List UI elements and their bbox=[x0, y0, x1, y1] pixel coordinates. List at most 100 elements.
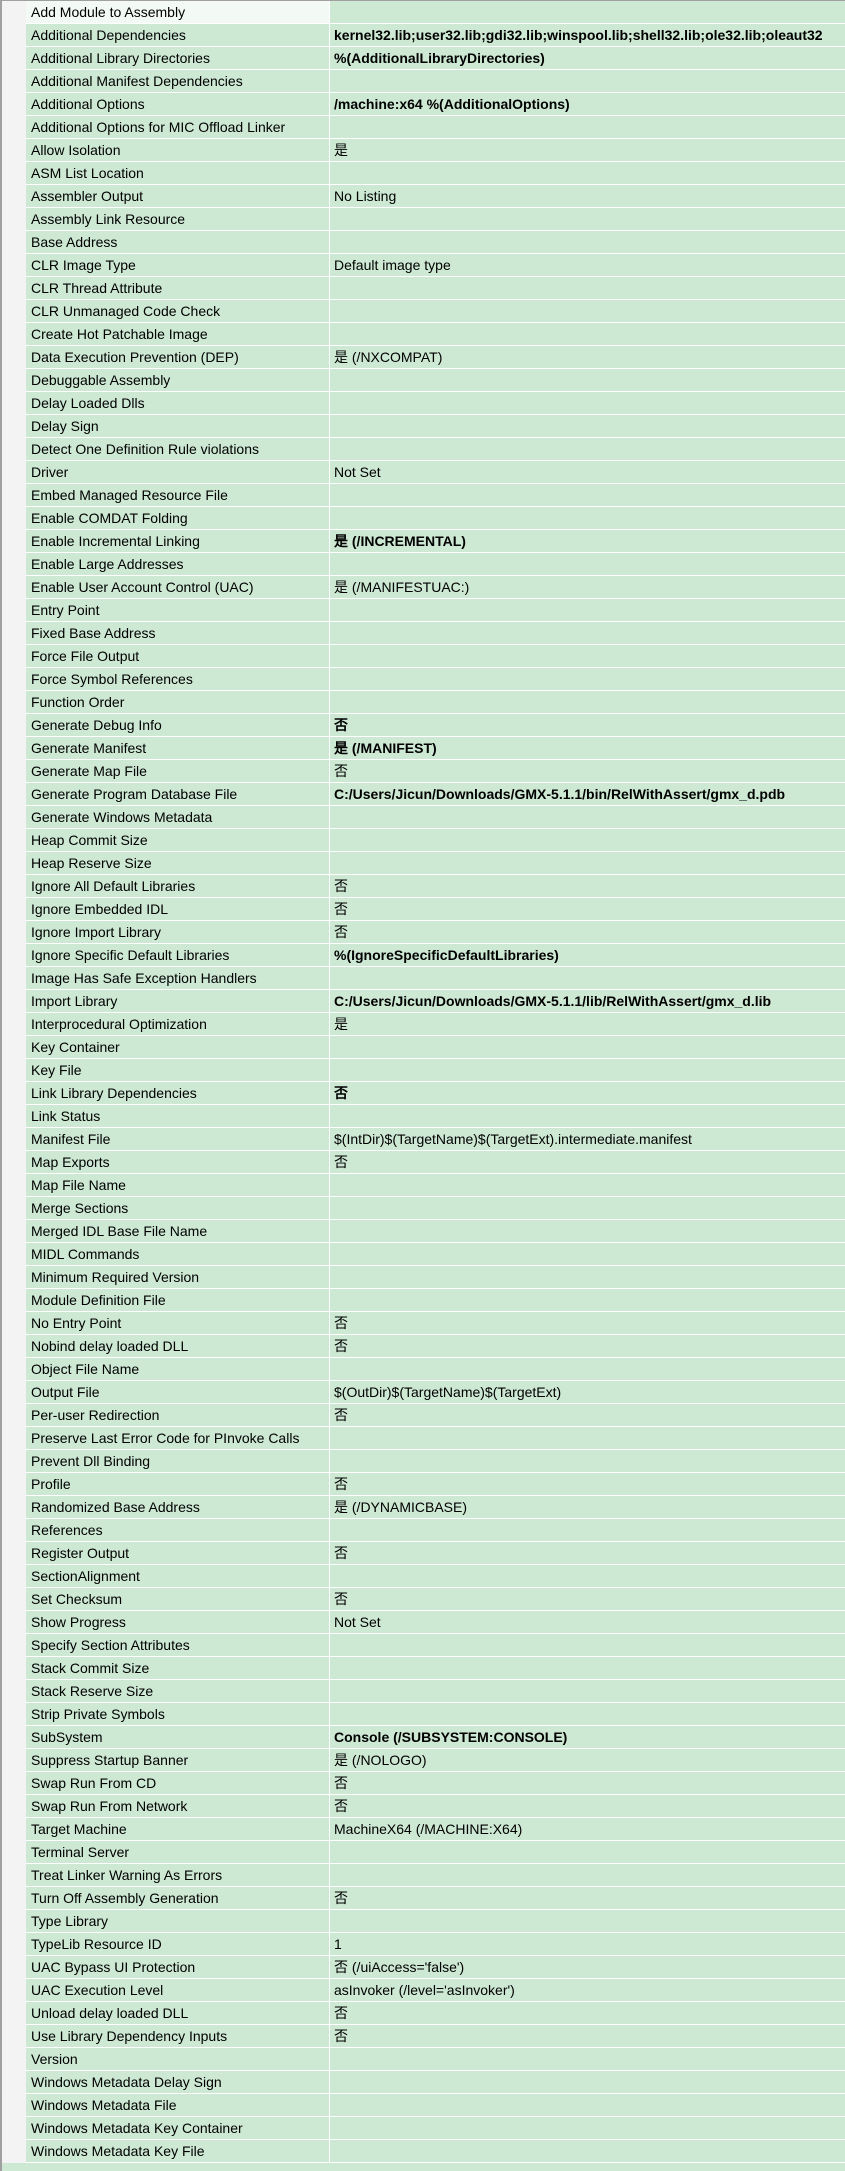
property-name[interactable]: Key Container bbox=[26, 1036, 330, 1058]
property-row[interactable]: Ignore Specific Default Libraries %(Ignor… bbox=[26, 944, 845, 967]
property-value[interactable]: 否 bbox=[330, 1082, 845, 1104]
property-name[interactable]: Stack Reserve Size bbox=[26, 1680, 330, 1702]
property-row[interactable]: Windows Metadata Key Container bbox=[26, 2117, 845, 2140]
property-name[interactable]: Type Library bbox=[26, 1910, 330, 1932]
property-row[interactable]: Merge Sections bbox=[26, 1197, 845, 1220]
property-row[interactable]: CLR Thread Attribute bbox=[26, 277, 845, 300]
property-name[interactable]: Generate Manifest bbox=[26, 737, 330, 759]
property-name[interactable]: Enable Large Addresses bbox=[26, 553, 330, 575]
property-value[interactable] bbox=[330, 1197, 845, 1219]
property-row[interactable]: No Entry Point 否 bbox=[26, 1312, 845, 1335]
property-row[interactable]: Generate Windows Metadata bbox=[26, 806, 845, 829]
property-row[interactable]: Version bbox=[26, 2048, 845, 2071]
property-name[interactable]: Import Library bbox=[26, 990, 330, 1012]
property-name[interactable]: Force File Output bbox=[26, 645, 330, 667]
property-value[interactable] bbox=[330, 806, 845, 828]
property-value[interactable]: 否 bbox=[330, 1588, 845, 1610]
property-value[interactable]: 否 bbox=[330, 921, 845, 943]
property-name[interactable]: CLR Thread Attribute bbox=[26, 277, 330, 299]
property-row[interactable]: Specify Section Attributes bbox=[26, 1634, 845, 1657]
property-value[interactable] bbox=[330, 2048, 845, 2070]
property-name[interactable]: Per-user Redirection bbox=[26, 1404, 330, 1426]
property-row[interactable]: Allow Isolation 是 bbox=[26, 139, 845, 162]
property-row[interactable]: Create Hot Patchable Image bbox=[26, 323, 845, 346]
property-value[interactable]: 是 (/DYNAMICBASE) bbox=[330, 1496, 845, 1518]
property-name[interactable]: ASM List Location bbox=[26, 162, 330, 184]
property-row[interactable]: Output File $(OutDir)$(TargetName)$(Targe… bbox=[26, 1381, 845, 1404]
property-name[interactable]: Generate Debug Info bbox=[26, 714, 330, 736]
property-value[interactable] bbox=[330, 415, 845, 437]
property-name[interactable]: Generate Program Database File bbox=[26, 783, 330, 805]
property-name[interactable]: Output File bbox=[26, 1381, 330, 1403]
property-value[interactable] bbox=[330, 668, 845, 690]
property-name[interactable]: Force Symbol References bbox=[26, 668, 330, 690]
property-value[interactable] bbox=[330, 1266, 845, 1288]
property-value[interactable] bbox=[330, 1427, 845, 1449]
property-value[interactable] bbox=[330, 2140, 845, 2162]
property-value[interactable]: 否 bbox=[330, 1312, 845, 1334]
property-row[interactable]: Image Has Safe Exception Handlers bbox=[26, 967, 845, 990]
property-name[interactable]: Set Checksum bbox=[26, 1588, 330, 1610]
property-row[interactable]: UAC Bypass UI Protection 否 (/uiAccess='fa… bbox=[26, 1956, 845, 1979]
property-value[interactable] bbox=[330, 1358, 845, 1380]
property-row[interactable]: Minimum Required Version bbox=[26, 1266, 845, 1289]
property-name[interactable]: Windows Metadata Key File bbox=[26, 2140, 330, 2162]
property-row[interactable]: Swap Run From Network 否 bbox=[26, 1795, 845, 1818]
property-row[interactable]: Per-user Redirection 否 bbox=[26, 1404, 845, 1427]
property-name[interactable]: Show Progress bbox=[26, 1611, 330, 1633]
property-row[interactable]: Object File Name bbox=[26, 1358, 845, 1381]
property-row[interactable]: Detect One Definition Rule violations bbox=[26, 438, 845, 461]
property-row[interactable]: Merged IDL Base File Name bbox=[26, 1220, 845, 1243]
property-row[interactable]: Prevent Dll Binding bbox=[26, 1450, 845, 1473]
property-value[interactable]: 否 bbox=[330, 2002, 845, 2024]
property-name[interactable]: Map Exports bbox=[26, 1151, 330, 1173]
property-value[interactable]: 否 bbox=[330, 760, 845, 782]
property-name[interactable]: Heap Commit Size bbox=[26, 829, 330, 851]
property-row[interactable]: Target Machine MachineX64 (/MACHINE:X64) bbox=[26, 1818, 845, 1841]
property-row[interactable]: Generate Program Database File C:/Users/J… bbox=[26, 783, 845, 806]
property-row[interactable]: Ignore Embedded IDL 否 bbox=[26, 898, 845, 921]
property-value[interactable]: 是 (/MANIFEST) bbox=[330, 737, 845, 759]
property-value[interactable]: Not Set bbox=[330, 1611, 845, 1633]
property-value[interactable] bbox=[330, 369, 845, 391]
property-value[interactable] bbox=[330, 70, 845, 92]
property-value[interactable]: 否 bbox=[330, 2025, 845, 2047]
property-value[interactable] bbox=[330, 1519, 845, 1541]
property-name[interactable]: Version bbox=[26, 2048, 330, 2070]
property-value[interactable]: $(OutDir)$(TargetName)$(TargetExt) bbox=[330, 1381, 845, 1403]
property-name[interactable]: UAC Bypass UI Protection bbox=[26, 1956, 330, 1978]
property-row[interactable]: Debuggable Assembly bbox=[26, 369, 845, 392]
property-name[interactable]: Delay Sign bbox=[26, 415, 330, 437]
property-name[interactable]: SubSystem bbox=[26, 1726, 330, 1748]
property-value[interactable] bbox=[330, 162, 845, 184]
property-value[interactable] bbox=[330, 1105, 845, 1127]
property-row[interactable]: Embed Managed Resource File bbox=[26, 484, 845, 507]
property-name[interactable]: Ignore Embedded IDL bbox=[26, 898, 330, 920]
property-name[interactable]: UAC Execution Level bbox=[26, 1979, 330, 2001]
property-value[interactable]: Not Set bbox=[330, 461, 845, 483]
property-name[interactable]: Stack Commit Size bbox=[26, 1657, 330, 1679]
property-value[interactable] bbox=[330, 829, 845, 851]
property-name[interactable]: Additional Options for MIC Offload Linke… bbox=[26, 116, 330, 138]
property-row[interactable]: Interprocedural Optimization 是 bbox=[26, 1013, 845, 1036]
property-row[interactable]: Map Exports 否 bbox=[26, 1151, 845, 1174]
property-name[interactable]: Entry Point bbox=[26, 599, 330, 621]
property-row[interactable]: Key File bbox=[26, 1059, 845, 1082]
property-row[interactable]: Module Definition File bbox=[26, 1289, 845, 1312]
property-name[interactable]: Data Execution Prevention (DEP) bbox=[26, 346, 330, 368]
property-row[interactable]: Profile 否 bbox=[26, 1473, 845, 1496]
property-row[interactable]: Stack Reserve Size bbox=[26, 1680, 845, 1703]
property-row[interactable]: Strip Private Symbols bbox=[26, 1703, 845, 1726]
property-value[interactable]: C:/Users/Jicun/Downloads/GMX-5.1.1/bin/R… bbox=[330, 783, 845, 805]
property-row[interactable]: Swap Run From CD 否 bbox=[26, 1772, 845, 1795]
property-row[interactable]: Generate Manifest 是 (/MANIFEST) bbox=[26, 737, 845, 760]
property-value[interactable]: 否 bbox=[330, 1335, 845, 1357]
property-row[interactable]: Additional Manifest Dependencies bbox=[26, 70, 845, 93]
property-value[interactable] bbox=[330, 1450, 845, 1472]
property-row[interactable]: Map File Name bbox=[26, 1174, 845, 1197]
property-row[interactable]: ASM List Location bbox=[26, 162, 845, 185]
property-value[interactable] bbox=[330, 1864, 845, 1886]
property-row[interactable]: Windows Metadata File bbox=[26, 2094, 845, 2117]
property-value[interactable] bbox=[330, 300, 845, 322]
property-name[interactable]: Assembly Link Resource bbox=[26, 208, 330, 230]
